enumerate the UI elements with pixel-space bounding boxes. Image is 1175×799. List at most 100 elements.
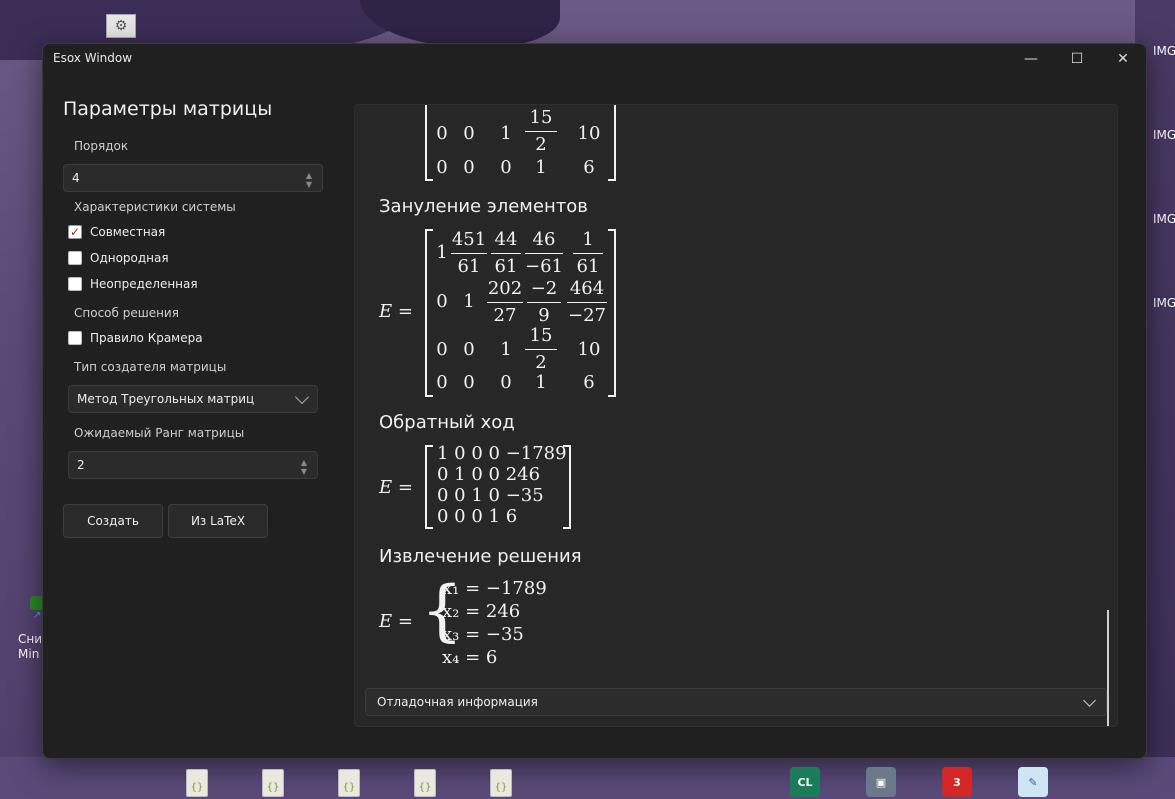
- matrix-cell: 0: [436, 339, 448, 360]
- desktop-icon-label[interactable]: IMG: [1153, 212, 1175, 226]
- rank-label: Ожидаемый Ранг матрицы: [74, 426, 245, 440]
- section-heading: Обратный ход: [379, 412, 515, 433]
- panel-title: Параметры матрицы: [63, 98, 273, 120]
- check-label: Совместная: [90, 225, 166, 239]
- system-label: Характеристики системы: [74, 200, 236, 214]
- checkbox-icon[interactable]: [68, 251, 82, 265]
- checkbox-icon[interactable]: [68, 331, 82, 345]
- desktop-icon-label[interactable]: IMG: [1153, 296, 1175, 310]
- chevron-down-icon: [294, 389, 310, 405]
- section-heading: Зануление элементов: [379, 196, 588, 217]
- matrix-cell: 10: [577, 339, 601, 360]
- creator-value: Метод Треугольных матриц: [77, 392, 255, 406]
- matrix-row: 0 1 0 0 246: [437, 464, 541, 485]
- gear-icon[interactable]: ⚙: [106, 14, 136, 38]
- desktop-icon-label[interactable]: Сни: [18, 632, 42, 647]
- spin-arrows-icon[interactable]: ▲ ▼: [301, 458, 307, 476]
- check-cramer[interactable]: Правило Крамера: [68, 331, 203, 345]
- matrix-cell: 0: [500, 157, 512, 178]
- matrix-fraction: 451 61: [451, 229, 487, 277]
- equation-label: E =: [379, 611, 413, 632]
- matrix-fraction: −2 9: [527, 278, 561, 327]
- matrix-cell: 1: [535, 157, 547, 178]
- matrix-fraction: 464 −27: [567, 278, 607, 326]
- bracket-right: [608, 105, 616, 181]
- chevron-down-icon: [1083, 694, 1096, 707]
- check-homogeneous[interactable]: Однородная: [68, 251, 169, 265]
- order-value: 4: [72, 171, 80, 185]
- checkmark-icon: ✓: [69, 225, 81, 239]
- wallpaper-ground: [0, 757, 1175, 799]
- create-button[interactable]: Создать: [63, 504, 163, 538]
- equation-label: E =: [379, 301, 413, 322]
- matrix-fraction: 15 2: [525, 107, 557, 156]
- close-button[interactable]: ✕: [1100, 44, 1146, 74]
- json-file-icon[interactable]: {}: [414, 769, 436, 797]
- desktop-icon-label[interactable]: IMG: [1153, 128, 1175, 142]
- matrix-row: 1 0 0 0 −1789: [437, 443, 567, 464]
- debug-label: Отладочная информация: [377, 695, 538, 709]
- json-file-icon[interactable]: {}: [186, 769, 208, 797]
- matrix-cell: 6: [583, 157, 595, 178]
- matrix-cell: 1: [500, 339, 512, 360]
- matrix-cell: 0: [436, 157, 448, 178]
- from-latex-button[interactable]: Из LaTeX: [168, 504, 268, 538]
- check-label: Неопределенная: [90, 277, 198, 291]
- json-file-icon[interactable]: {}: [490, 769, 512, 797]
- solution-line: x₄ = 6: [442, 647, 498, 668]
- matrix-cell: 0: [500, 372, 512, 393]
- solution-line: x₁ = −1789: [442, 578, 547, 599]
- matrix-fraction: 202 27: [487, 278, 523, 326]
- clion-icon[interactable]: CL: [790, 767, 820, 797]
- check-consistent[interactable]: ✓ Совместная: [68, 225, 165, 239]
- creator-select[interactable]: Метод Треугольных матриц: [68, 385, 318, 413]
- method-label: Способ решения: [74, 306, 179, 320]
- windows-stack-icon[interactable]: ▣: [866, 767, 896, 797]
- app-window: Esox Window — ☐ ✕ Параметры матрицы Поря…: [42, 43, 1147, 759]
- check-undetermined[interactable]: Неопределенная: [68, 277, 198, 291]
- creator-label: Тип создателя матрицы: [74, 360, 227, 374]
- desktop-icon-label[interactable]: IMG: [1153, 44, 1175, 58]
- json-file-icon[interactable]: {}: [262, 769, 284, 797]
- spin-arrows-icon[interactable]: ▲ ▼: [306, 171, 312, 189]
- section-heading: Извлечение решения: [379, 546, 582, 567]
- matrix-cell: 0: [436, 123, 448, 144]
- matrix-fraction: 15 2: [525, 325, 557, 374]
- check-label: Однородная: [90, 251, 169, 265]
- desktop-icon-label[interactable]: Min: [18, 647, 39, 662]
- checkbox-icon[interactable]: ✓: [68, 225, 82, 239]
- equation-label: E =: [379, 477, 413, 498]
- scrollbar-thumb[interactable]: [1107, 610, 1109, 726]
- window-title: Esox Window: [53, 51, 133, 65]
- wallpaper-shape: [360, 0, 560, 48]
- matrix-cell: 0: [463, 123, 475, 144]
- solution-line: x₂ = 246: [442, 601, 521, 622]
- maximize-button[interactable]: ☐: [1054, 44, 1100, 74]
- rank-value: 2: [77, 458, 85, 472]
- results-scroll-area[interactable]: 0 0 1 15 2 10 0 0 0 1 6 Зануление элемент…: [355, 105, 1117, 695]
- matrix-cell: 6: [583, 372, 595, 393]
- order-input[interactable]: 4 ▲ ▼: [63, 164, 323, 192]
- matrix-row: 0 0 1 0 −35: [437, 485, 544, 506]
- matrix-fraction: 46 −61: [525, 229, 563, 277]
- app-3-icon[interactable]: 3: [942, 767, 972, 797]
- checkbox-icon[interactable]: [68, 277, 82, 291]
- solution-line: x₃ = −35: [442, 624, 524, 645]
- matrix-cell: 0: [436, 372, 448, 393]
- pen-app-icon[interactable]: ✎: [1018, 767, 1048, 797]
- matrix-cell: 1: [500, 123, 512, 144]
- minimize-button[interactable]: —: [1008, 44, 1054, 74]
- matrix-cell: 10: [577, 123, 601, 144]
- matrix-cell: 0: [436, 291, 448, 312]
- matrix-cell: 1: [463, 291, 475, 312]
- matrix-cell: 0: [463, 372, 475, 393]
- results-panel: 0 0 1 15 2 10 0 0 0 1 6 Зануление элемент…: [354, 104, 1118, 727]
- json-file-icon[interactable]: {}: [338, 769, 360, 797]
- matrix-row: 0 0 0 1 6: [437, 506, 518, 527]
- matrix-cell: 0: [463, 339, 475, 360]
- debug-expander[interactable]: Отладочная информация: [365, 688, 1107, 716]
- bracket-right: [608, 229, 616, 397]
- matrix-fraction: 44 61: [491, 229, 521, 278]
- titlebar[interactable]: Esox Window — ☐ ✕: [43, 44, 1146, 74]
- rank-input[interactable]: 2 ▲ ▼: [68, 451, 318, 479]
